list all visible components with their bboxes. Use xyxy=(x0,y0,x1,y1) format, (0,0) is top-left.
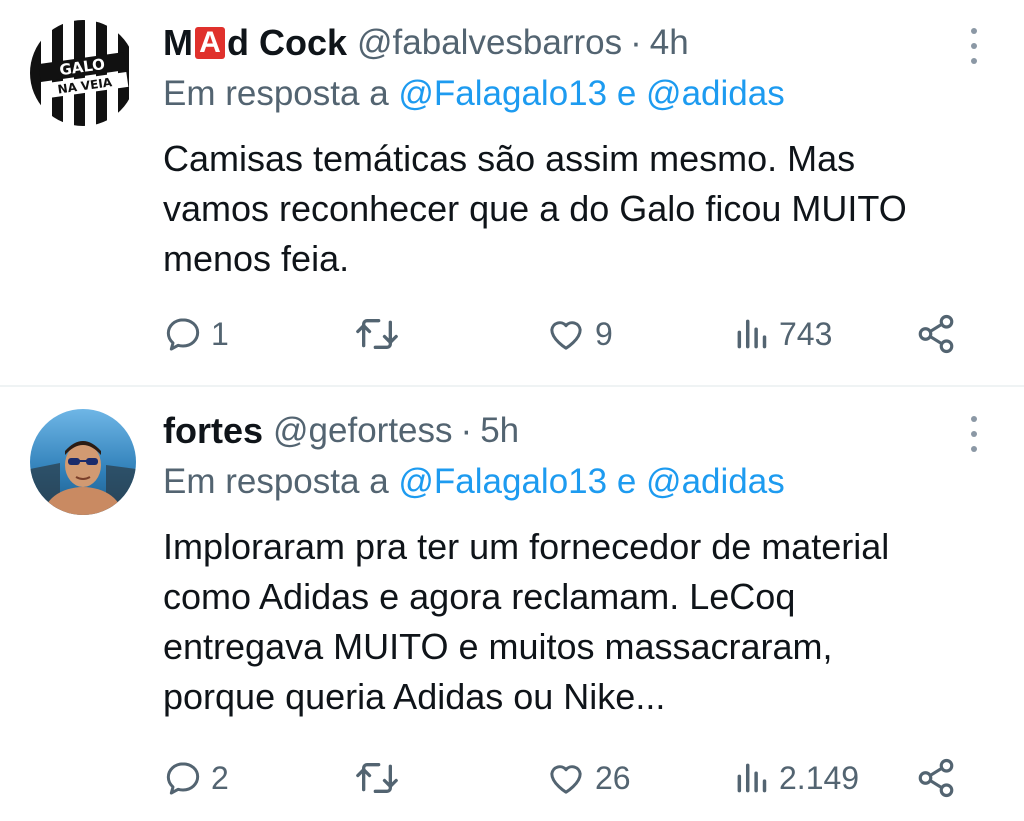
reply-count: 2 xyxy=(211,759,229,796)
tweet[interactable]: GALO NA VEIA MAd Cock @fabalvesbarros · 4h… xyxy=(0,0,1024,386)
separator: · xyxy=(630,23,642,62)
divider xyxy=(0,385,1024,387)
handle[interactable]: @fabalvesbarros xyxy=(357,23,622,62)
timestamp[interactable]: 4h xyxy=(650,23,689,62)
reply-icon xyxy=(166,318,200,351)
retweet-icon xyxy=(356,763,398,793)
views-icon xyxy=(737,763,767,793)
like-count: 26 xyxy=(595,759,631,796)
mention-link[interactable]: @adidas xyxy=(646,74,785,113)
a-badge-icon: A xyxy=(195,27,225,59)
like-count: 9 xyxy=(595,315,613,352)
avatar[interactable]: GALO NA VEIA xyxy=(30,20,136,126)
tweet-text: Imploraram pra ter um fornecedor de mate… xyxy=(163,526,890,717)
retweet-icon xyxy=(356,319,398,349)
retweet-button[interactable] xyxy=(355,306,407,362)
tweet[interactable]: fortes @gefortess · 5h Em resposta a @Fala… xyxy=(0,388,1024,821)
reply-button[interactable]: 1 xyxy=(163,306,229,362)
share-button[interactable] xyxy=(915,306,957,362)
galo-na-veia-avatar-image: GALO NA VEIA xyxy=(30,20,136,126)
reply-count: 1 xyxy=(211,315,229,352)
mention-link[interactable]: @Falagalo13 xyxy=(398,74,607,113)
share-button[interactable] xyxy=(915,750,957,806)
reply-icon xyxy=(166,762,200,795)
avatar[interactable] xyxy=(30,409,136,515)
action-bar: 2 26 2.149 xyxy=(163,750,963,806)
reply-context: Em resposta a @Falagalo13 e @adidas xyxy=(163,74,785,113)
view-count: 2.149 xyxy=(779,759,860,796)
view-count: 743 xyxy=(779,315,833,352)
reply-context: Em resposta a @Falagalo13 e @adidas xyxy=(163,462,785,501)
display-name[interactable]: fortes xyxy=(163,410,263,452)
timestamp[interactable]: 5h xyxy=(480,411,519,450)
separator: · xyxy=(460,411,473,450)
share-icon xyxy=(918,314,954,354)
mention-link[interactable]: @adidas xyxy=(646,462,785,501)
tweet-header: fortes @gefortess · 5h xyxy=(163,408,519,454)
views-button[interactable]: 743 xyxy=(733,306,832,362)
views-button[interactable]: 2.149 xyxy=(733,750,859,806)
display-name[interactable]: MAd Cock xyxy=(163,22,347,64)
handle[interactable]: @gefortess xyxy=(273,411,453,450)
more-icon[interactable] xyxy=(970,28,978,64)
action-bar: 1 9 743 xyxy=(163,306,963,362)
tweet-text: Camisas temáticas são assim mesmo. Mas v… xyxy=(163,138,907,279)
heart-icon xyxy=(550,321,582,350)
like-button[interactable]: 9 xyxy=(545,306,613,362)
views-icon xyxy=(737,319,767,349)
like-button[interactable]: 26 xyxy=(545,750,631,806)
tweet-header: MAd Cock @fabalvesbarros · 4h xyxy=(163,20,689,66)
heart-icon xyxy=(550,765,582,794)
reply-button[interactable]: 2 xyxy=(163,750,229,806)
user-photo-avatar-image xyxy=(30,409,136,515)
share-icon xyxy=(918,758,954,798)
more-icon[interactable] xyxy=(970,416,978,452)
retweet-button[interactable] xyxy=(355,750,407,806)
mention-link[interactable]: @Falagalo13 xyxy=(398,462,607,501)
